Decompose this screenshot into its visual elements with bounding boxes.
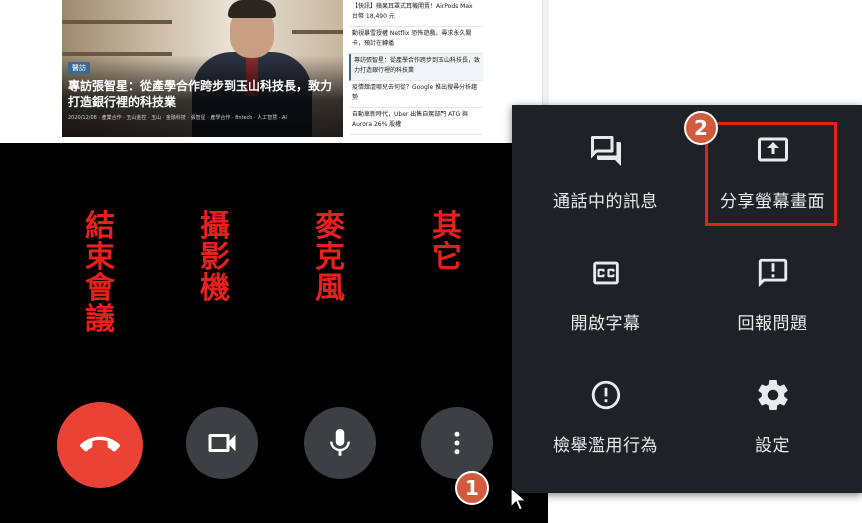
hero-meta: 2020/12/08 · 產業合作 · 玉山金控 · 玉山 · 金融科技 · 張…: [68, 115, 287, 121]
meeting-control-bar: 結束會議 攝影機 麥克風 其它 1: [0, 143, 548, 523]
person-hair: [228, 0, 276, 18]
step-badge-1: 1: [455, 471, 489, 505]
microphone-button[interactable]: [304, 407, 376, 479]
microphone-icon: [330, 428, 350, 456]
chat-icon: [590, 136, 621, 166]
highlight-annotation: [705, 122, 837, 226]
step-badge-2: 2: [684, 111, 718, 145]
more-options-button[interactable]: [421, 407, 493, 479]
hang-up-icon: [80, 436, 120, 452]
end-call-button[interactable]: [57, 402, 143, 488]
report-abuse-icon: [591, 380, 620, 410]
label-end-meeting: 結束會議: [85, 209, 115, 337]
menu-item-in-call-messages[interactable]: 通話中的訊息: [518, 105, 693, 225]
settings-gear-icon: [757, 379, 788, 410]
menu-item-label: 檢舉濫用行為: [553, 436, 658, 456]
news-item[interactable]: 自動車新時代，Uber 出售自駕部門 ATG 與 Aurora 26% 股權: [349, 108, 483, 135]
menu-item-report-problem[interactable]: 回報問題: [685, 227, 860, 347]
more-vert-icon: [454, 431, 460, 455]
label-other: 其它: [432, 209, 462, 275]
menu-item-captions[interactable]: 開啟字幕: [518, 227, 693, 347]
feedback-icon: [758, 258, 787, 288]
hero-article-card[interactable]: 醫訪 專訪張智星：從產學合作跨步到玉山科技長，致力打造銀行裡的科技業 2020/…: [62, 0, 343, 137]
menu-item-label: 設定: [755, 436, 790, 456]
label-microphone: 麥克風: [315, 209, 345, 306]
news-item[interactable]: 【快訊】蘋果耳罩式耳機開賣！AirPods Max 台幣 18,490 元: [349, 0, 483, 27]
menu-item-label: 開啟字幕: [570, 314, 641, 334]
menu-item-label: 回報問題: [737, 314, 808, 334]
hero-title[interactable]: 專訪張智星：從產學合作跨步到玉山科技長，致力打造銀行裡的科技業: [68, 78, 340, 110]
menu-item-settings[interactable]: 設定: [685, 349, 860, 469]
menu-item-report-abuse[interactable]: 檢舉濫用行為: [518, 349, 693, 469]
more-options-menu: 通話中的訊息 分享螢幕畫面 開啟字幕 回報問題 檢舉濫用行為 設定 2: [512, 105, 862, 493]
news-item[interactable]: 疫情肆虐哪兒去何從？Google 推出搜尋分析趨勢: [349, 81, 483, 108]
camera-button[interactable]: [186, 407, 258, 479]
captions-icon: [592, 261, 619, 285]
hero-tag[interactable]: 醫訪: [68, 62, 90, 74]
news-item[interactable]: 動視暴雪授權 Netflix 恐怖遊戲，尋求永久關卡，預計在轉播: [349, 27, 483, 54]
article-area: 醫訪 專訪張智星：從產學合作跨步到玉山科技長，致力打造銀行裡的科技業 2020/…: [0, 0, 549, 143]
news-item[interactable]: 專訪張智星：從產學合作跨步到玉山科技長，致力打造銀行裡的科技業: [349, 54, 483, 81]
label-camera: 攝影機: [200, 209, 230, 306]
news-list: 【快訊】蘋果耳罩式耳機開賣！AirPods Max 台幣 18,490 元 動視…: [349, 0, 483, 135]
camera-icon: [208, 434, 236, 452]
bookshelf: [62, 20, 172, 24]
mouse-cursor-icon: [510, 487, 528, 511]
menu-item-label: 通話中的訊息: [553, 192, 658, 212]
bookshelf: [292, 30, 343, 34]
